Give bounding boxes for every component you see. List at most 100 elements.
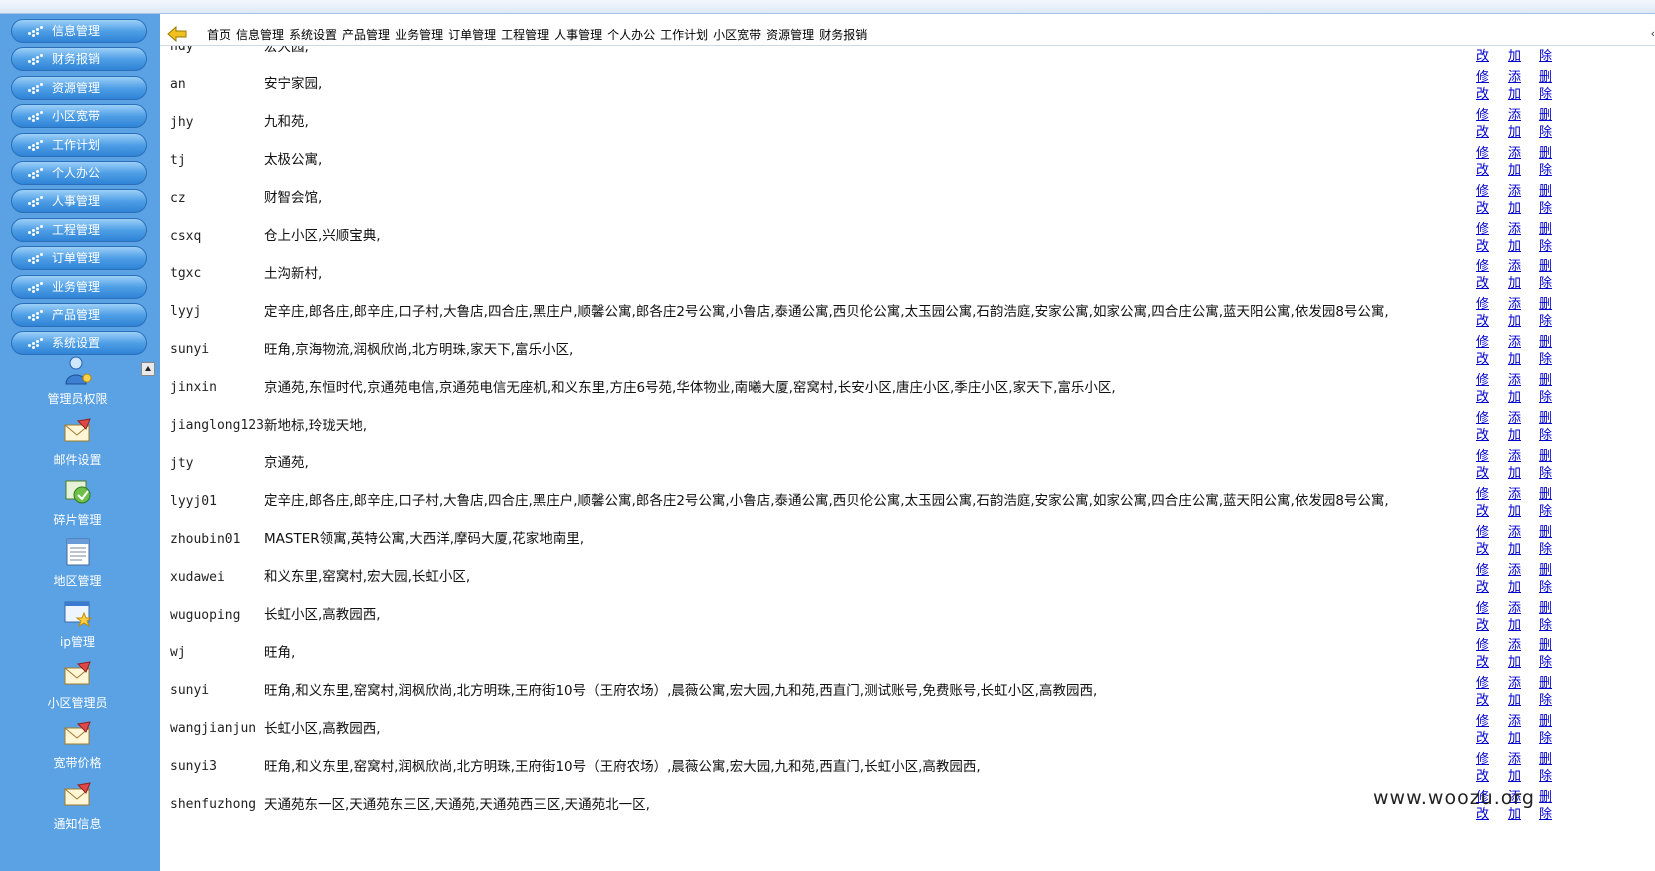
sidebar-tool-item[interactable]: 通知信息 [30, 779, 125, 832]
nav-link[interactable]: 个人办公 [607, 28, 655, 42]
delete-link[interactable]: 删除 [1539, 600, 1555, 634]
edit-link[interactable]: 修改 [1476, 448, 1492, 482]
delete-link[interactable]: 删除 [1539, 713, 1555, 747]
edit-link[interactable]: 修改 [1476, 600, 1492, 634]
username-cell: zhoubin01 [170, 531, 241, 547]
sidebar-tool-item[interactable]: 宽带价格 [30, 718, 125, 771]
delete-link[interactable]: 删除 [1539, 562, 1555, 596]
delete-link[interactable]: 删除 [1539, 448, 1555, 482]
nav-link[interactable]: 信息管理 [236, 28, 284, 42]
edit-link[interactable]: 修改 [1476, 562, 1492, 596]
delete-link[interactable]: 删除 [1539, 145, 1555, 179]
edit-link[interactable]: 修改 [1476, 675, 1492, 709]
edit-link[interactable]: 修改 [1476, 410, 1492, 444]
delete-link[interactable]: 删除 [1539, 486, 1555, 520]
nav-link[interactable]: 业务管理 [395, 28, 443, 42]
sidebar-menu-item[interactable]: 财务报销 [11, 47, 147, 72]
delete-link[interactable]: 删除 [1539, 296, 1555, 330]
edit-link[interactable]: 修改 [1476, 334, 1492, 368]
delete-link[interactable]: 删除 [1539, 334, 1555, 368]
edit-link[interactable]: 修改 [1476, 713, 1492, 747]
add-link[interactable]: 添加 [1508, 713, 1524, 747]
sidebar-menu-item[interactable]: 业务管理 [11, 274, 147, 299]
sidebar-tool-item[interactable]: 邮件设置 [30, 415, 125, 468]
edit-link[interactable]: 修改 [1476, 296, 1492, 330]
scroll-up-button[interactable] [141, 362, 155, 376]
nav-link[interactable]: 人事管理 [554, 28, 602, 42]
edit-link[interactable]: 修改 [1476, 637, 1492, 671]
sidebar-menu-item[interactable]: 人事管理 [11, 189, 147, 214]
nav-links: 首页 信息管理 系统设置 产品管理 业务管理 订单管理 工程管理 人事管理 个人办公 工作计划 小区… [207, 26, 872, 43]
sidebar-menu-item[interactable]: 小区宽带 [11, 104, 147, 129]
delete-link[interactable]: 删除 [1539, 751, 1555, 785]
delete-link[interactable]: 删除 [1539, 789, 1555, 823]
add-link[interactable]: 添加 [1508, 410, 1524, 444]
add-link[interactable]: 添加 [1508, 183, 1524, 217]
delete-link[interactable]: 删除 [1539, 107, 1555, 141]
add-link[interactable]: 添加 [1508, 600, 1524, 634]
delete-link[interactable]: 删除 [1539, 69, 1555, 103]
delete-link[interactable]: 删除 [1539, 637, 1555, 671]
delete-link[interactable]: 删除 [1539, 410, 1555, 444]
sidebar-tool-item[interactable]: 小区管理员 [30, 658, 125, 711]
add-link[interactable]: 添加 [1508, 751, 1524, 785]
sidebar-tool-item[interactable]: 地区管理 [30, 536, 125, 589]
nav-link[interactable]: 产品管理 [342, 28, 390, 42]
add-link[interactable]: 添加 [1508, 46, 1524, 65]
add-link[interactable]: 添加 [1508, 448, 1524, 482]
table-row: wangjianjun 长虹小区,高教园西, 修改 添加 删除 [160, 710, 1655, 748]
edit-link[interactable]: 修改 [1476, 372, 1492, 406]
sidebar-tool-item[interactable]: 碎片管理 [30, 475, 125, 528]
add-link[interactable]: 添加 [1508, 372, 1524, 406]
nav-link[interactable]: 工程管理 [501, 28, 549, 42]
add-link[interactable]: 添加 [1508, 486, 1524, 520]
admin-user-icon [62, 354, 94, 386]
add-link[interactable]: 添加 [1508, 258, 1524, 292]
sidebar-tool-item[interactable]: 管理员权限 [30, 354, 125, 407]
edit-link[interactable]: 修改 [1476, 524, 1492, 558]
add-link[interactable]: 添加 [1508, 637, 1524, 671]
edit-link[interactable]: 修改 [1476, 486, 1492, 520]
sidebar-tool-item[interactable]: ip管理 [30, 597, 125, 650]
nav-link[interactable]: 工作计划 [660, 28, 708, 42]
nav-link[interactable]: 资源管理 [766, 28, 814, 42]
sidebar-menu-item[interactable]: 订单管理 [11, 246, 147, 271]
edit-link[interactable]: 修改 [1476, 258, 1492, 292]
edit-link[interactable]: 修改 [1476, 69, 1492, 103]
sidebar-menu-item[interactable]: 工程管理 [11, 217, 147, 242]
delete-link[interactable]: 删除 [1539, 221, 1555, 255]
edit-link[interactable]: 修改 [1476, 221, 1492, 255]
nav-link[interactable]: 系统设置 [289, 28, 337, 42]
add-link[interactable]: 添加 [1508, 145, 1524, 179]
sidebar-menu-item[interactable]: 个人办公 [11, 161, 147, 185]
sidebar-menu-item[interactable]: 产品管理 [11, 303, 147, 327]
delete-link[interactable]: 删除 [1539, 372, 1555, 406]
sidebar-menu-item[interactable]: 信息管理 [11, 19, 147, 43]
nav-link[interactable]: 财务报销 [819, 28, 867, 42]
add-link[interactable]: 添加 [1508, 107, 1524, 141]
sidebar-menu-item[interactable]: 工作计划 [11, 132, 147, 157]
nav-link[interactable]: 首页 [207, 28, 231, 42]
add-link[interactable]: 添加 [1508, 221, 1524, 255]
delete-link[interactable]: 删除 [1539, 524, 1555, 558]
edit-link[interactable]: 修改 [1476, 751, 1492, 785]
delete-link[interactable]: 删除 [1539, 258, 1555, 292]
add-link[interactable]: 添加 [1508, 562, 1524, 596]
edit-link[interactable]: 修改 [1476, 46, 1492, 65]
delete-link[interactable]: 删除 [1539, 675, 1555, 709]
edit-link[interactable]: 修改 [1476, 145, 1492, 179]
nav-link[interactable]: 小区宽带 [713, 28, 761, 42]
delete-link[interactable]: 删除 [1539, 46, 1555, 65]
sidebar-menu-item[interactable]: 系统设置 [11, 331, 147, 356]
add-link[interactable]: 添加 [1508, 675, 1524, 709]
nav-link[interactable]: 订单管理 [448, 28, 496, 42]
back-arrow-icon[interactable] [166, 25, 188, 43]
sidebar-menu-item[interactable]: 资源管理 [11, 75, 147, 100]
add-link[interactable]: 添加 [1508, 524, 1524, 558]
edit-link[interactable]: 修改 [1476, 183, 1492, 217]
add-link[interactable]: 添加 [1508, 296, 1524, 330]
delete-link[interactable]: 删除 [1539, 183, 1555, 217]
add-link[interactable]: 添加 [1508, 334, 1524, 368]
edit-link[interactable]: 修改 [1476, 107, 1492, 141]
add-link[interactable]: 添加 [1508, 69, 1524, 103]
